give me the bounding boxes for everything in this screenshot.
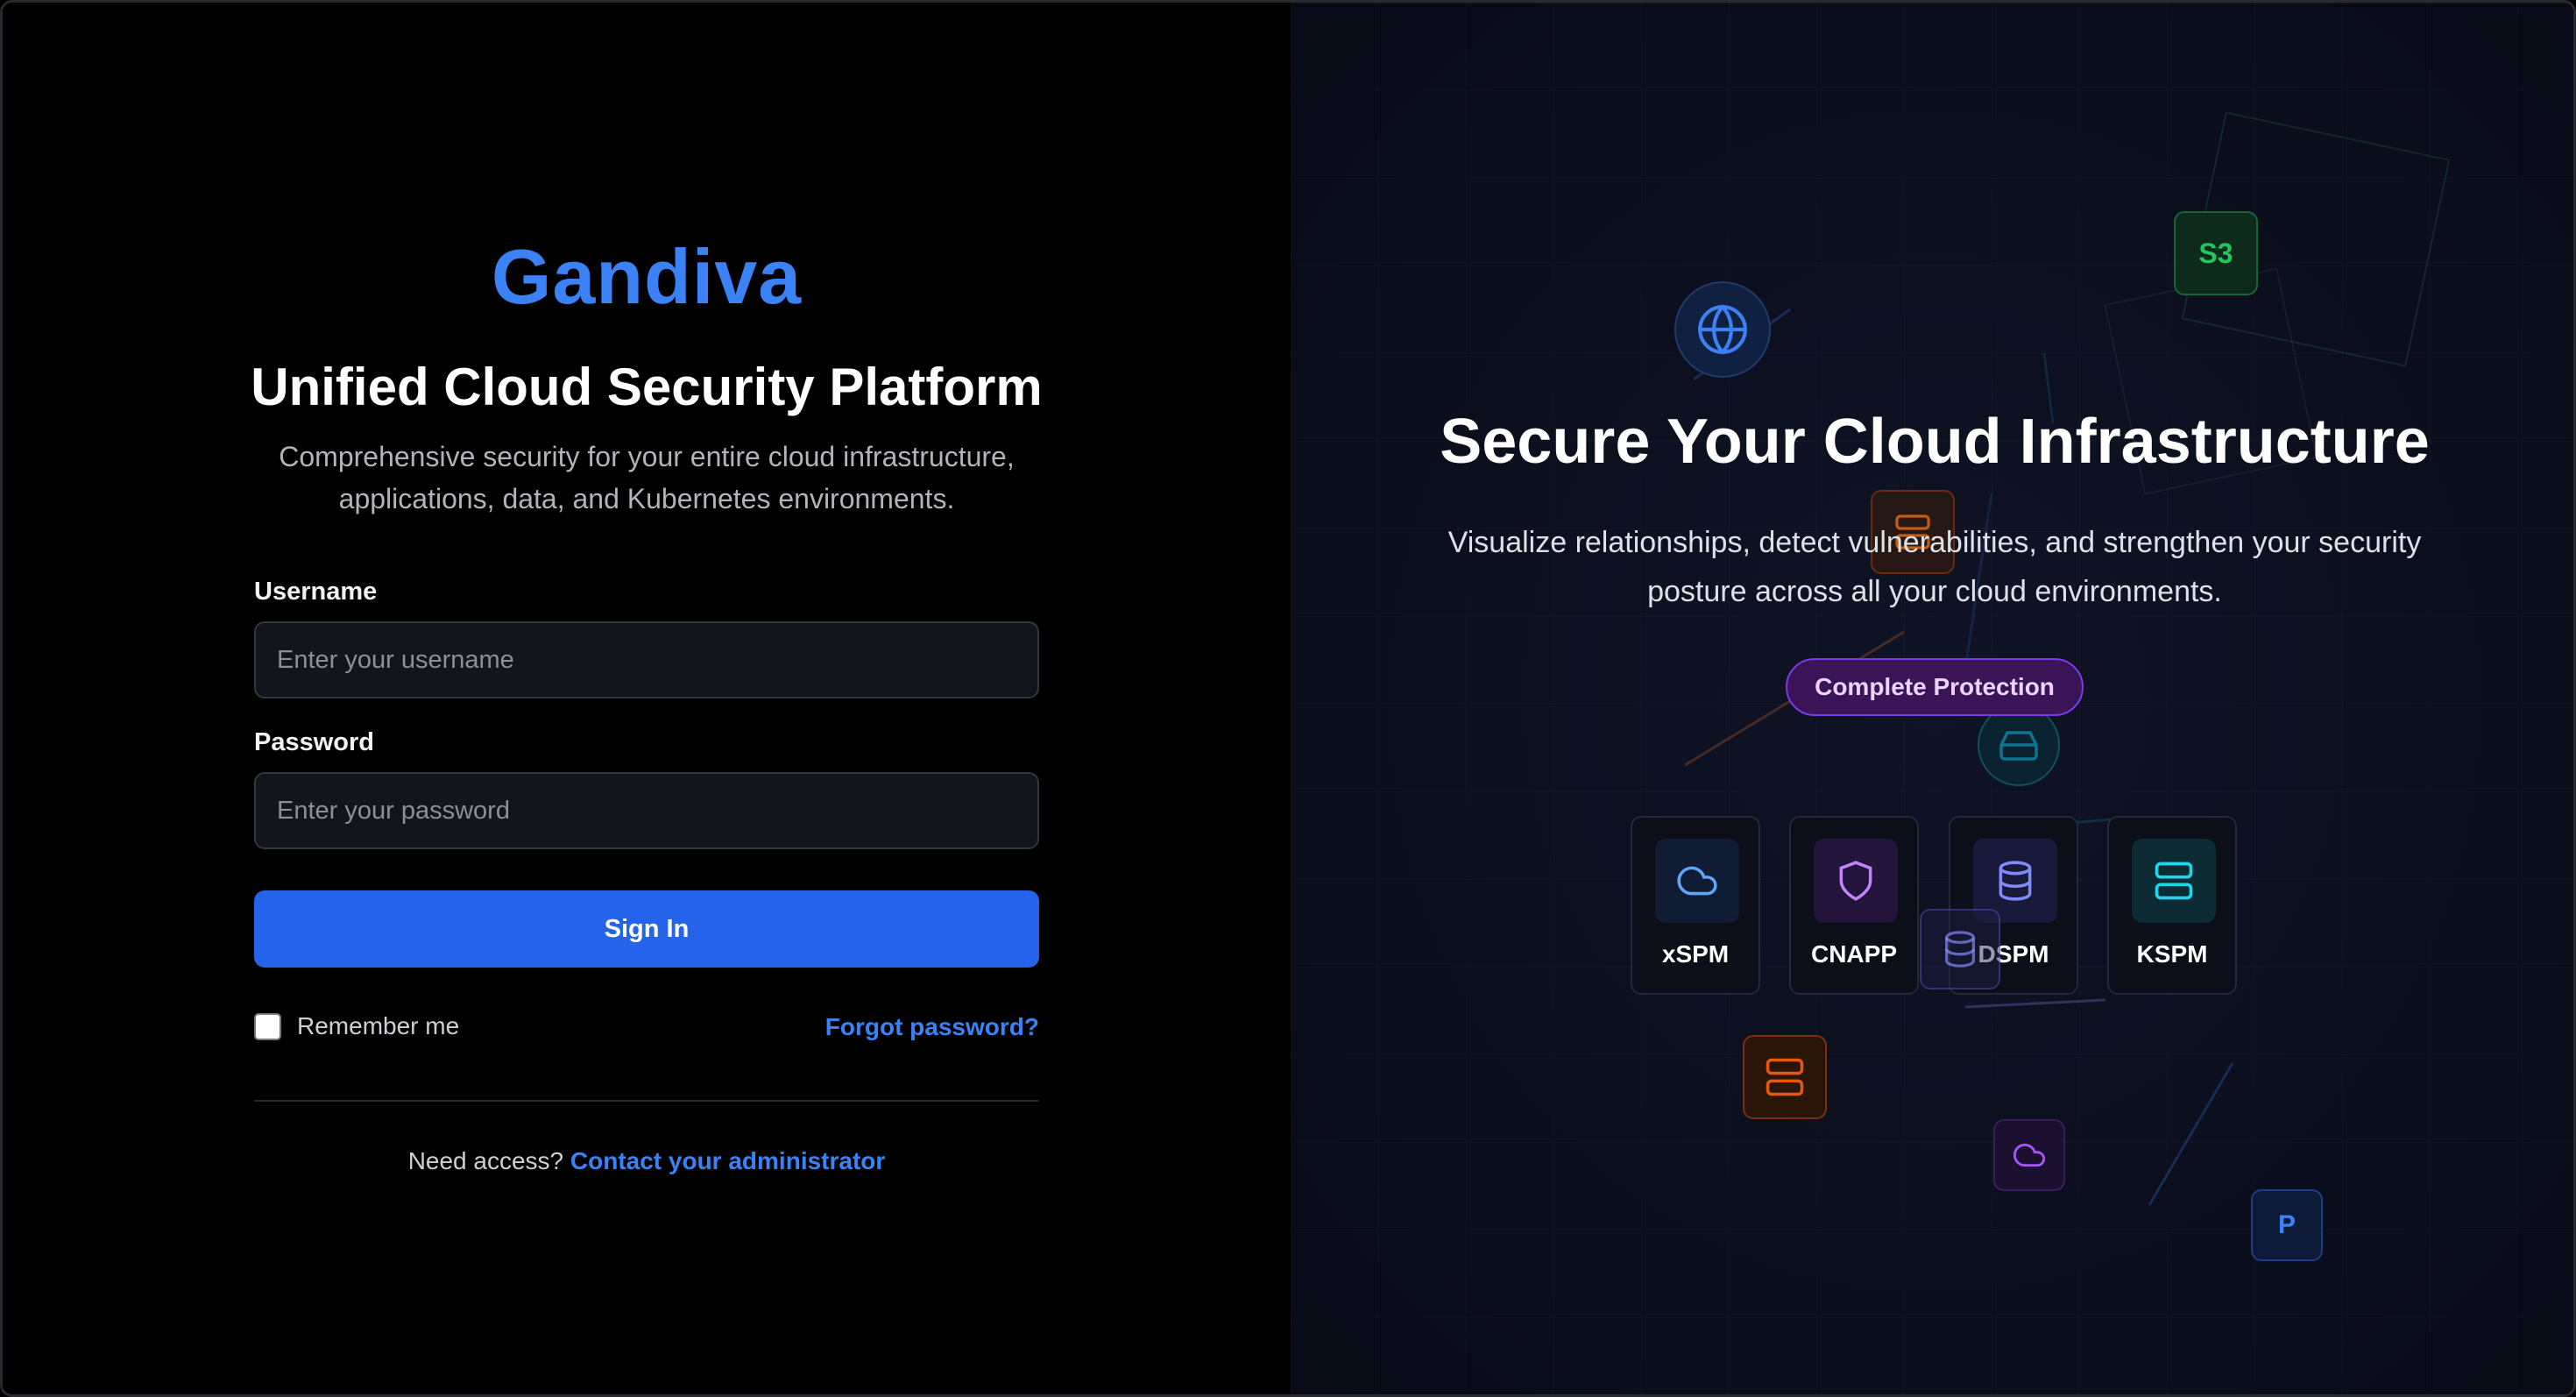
shield-icon [1839, 861, 1872, 901]
floating-database [1920, 909, 2000, 989]
complete-protection-badge: Complete Protection [1786, 658, 2084, 716]
username-input[interactable] [254, 621, 1039, 698]
product-label: KSPM [2136, 940, 2208, 968]
product-label: CNAPP [1810, 940, 1897, 968]
page-title: Unified Cloud Security Platform [251, 358, 1043, 416]
floating-drive [1978, 704, 2060, 786]
access-prefix: Need access? [407, 1147, 564, 1174]
remember-me: Remember me [254, 1012, 459, 1040]
cloud-icon [2013, 1143, 2046, 1167]
app-window: Gandiva Unified Cloud Security Platform … [0, 0, 2576, 1397]
database-icon [1945, 931, 1975, 968]
forgot-password-link[interactable]: Forgot password? [825, 1013, 1039, 1041]
cloud-icon [1677, 866, 1717, 896]
server-icon [2155, 862, 2193, 900]
product-card-kspm[interactable]: KSPM [2107, 816, 2237, 995]
product-card-cnapp[interactable]: CNAPP [1789, 816, 1919, 995]
decor-line [2148, 1062, 2234, 1206]
decor-line [1964, 998, 2106, 1009]
floating-cloud [1993, 1119, 2065, 1191]
floating-s3-badge: S3 [2174, 211, 2258, 295]
access-text: Need access? Contact your administrator [3, 1147, 1291, 1175]
server-icon [1766, 1058, 1804, 1096]
floating-globe [1674, 281, 1771, 378]
login-panel: Gandiva Unified Cloud Security Platform … [3, 3, 1291, 1394]
sign-in-button[interactable]: Sign In [254, 890, 1039, 968]
product-card-xspm[interactable]: xSPM [1631, 816, 1760, 995]
database-icon [1999, 861, 2032, 901]
divider [254, 1100, 1039, 1102]
page-subtitle: Comprehensive security for your entire c… [279, 441, 1015, 514]
globe-icon [1698, 304, 1747, 355]
product-label: xSPM [1661, 940, 1730, 968]
hard-drive-icon [1999, 731, 2038, 761]
username-label: Username [254, 578, 378, 606]
floating-p-badge: P [2251, 1189, 2323, 1261]
hero-subtitle: Visualize relationships, detect vulnerab… [1447, 526, 2422, 608]
password-input[interactable] [254, 772, 1039, 849]
hero-panel: S3 xSPM CNAPP DSPM KSPM P Secure Your Cl… [1291, 3, 2573, 1394]
remember-me-label[interactable]: Remember me [297, 1012, 459, 1040]
password-label: Password [254, 728, 374, 756]
floating-server-bottom [1743, 1035, 1827, 1119]
brand-logo: Gandiva [491, 233, 803, 320]
remember-me-checkbox[interactable] [254, 1012, 281, 1040]
hero-title: Secure Your Cloud Infrastructure [1440, 407, 2430, 477]
contact-admin-link[interactable]: Contact your administrator [570, 1147, 885, 1174]
